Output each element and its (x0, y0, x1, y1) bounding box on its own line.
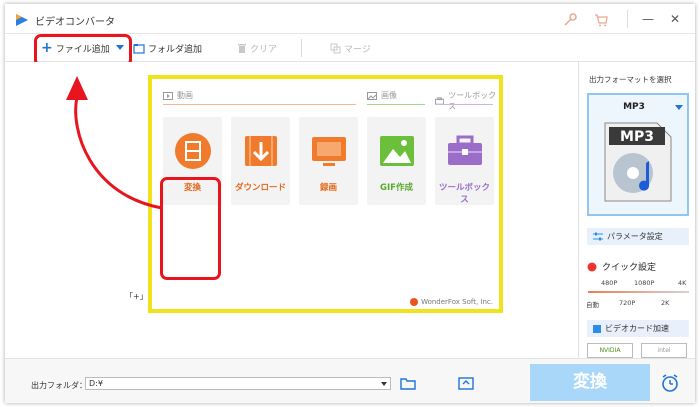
alarm-clock-icon[interactable] (660, 373, 680, 393)
add-folder-label: フォルダ追加 (148, 44, 203, 55)
quality-slider[interactable] (588, 291, 689, 293)
output-folder-dropdown-icon[interactable] (381, 382, 387, 386)
bottom-bar: 出力フォルダ： D:¥ 変換 (5, 358, 695, 403)
category-video-label: 動画 (177, 91, 193, 100)
add-folder-button[interactable]: フォルダ追加 (133, 40, 202, 56)
mp3-badge-text: MP3 (620, 129, 654, 145)
download-card[interactable]: ダウンロード (231, 117, 290, 205)
clear-button[interactable]: クリア (237, 40, 277, 56)
image-icon (380, 136, 414, 166)
open-folder-icon[interactable] (458, 376, 474, 390)
titlebar-divider (627, 10, 628, 28)
close-button[interactable]: ✕ (666, 10, 684, 28)
nvidia-label: NVIDIA (599, 347, 621, 354)
app-window: ビデオコンバータ — ✕ + ファイル追加 フォルダ追加 クリア マージ 「+」… (5, 4, 695, 403)
category-image: 画像 (367, 90, 397, 101)
category-image-label: 画像 (381, 91, 397, 100)
slider-label-4k: 4K (678, 279, 687, 287)
toolbox-label: ツールボックス (438, 183, 490, 205)
record-card[interactable]: 録画 (299, 117, 358, 205)
parameter-settings-button[interactable]: パラメータ設定 (587, 228, 689, 245)
slider-label-720p: 720P (619, 299, 636, 307)
format-name: MP3 (623, 102, 645, 112)
download-icon (245, 136, 277, 166)
cart-icon[interactable] (593, 12, 609, 28)
category-video-line (163, 104, 356, 105)
image-category-icon (367, 91, 377, 100)
output-folder-input[interactable]: D:¥ (85, 377, 391, 390)
merge-icon (330, 43, 341, 53)
category-image-line (367, 104, 425, 105)
format-panel-title: 出力フォーマットを選択 (589, 75, 672, 84)
trash-icon (238, 43, 246, 53)
brand-label: WonderFox Soft, Inc. (421, 298, 493, 306)
parameter-settings-label: パラメータ設定 (607, 232, 663, 241)
slider-label-auto: 自動 (586, 301, 599, 309)
format-panel: 出力フォーマットを選択 MP3 MP3 パラメータ設定 クイック設定 480P … (578, 62, 695, 358)
category-toolbox-label: ツールボックス (448, 91, 497, 111)
slider-label-480p: 480P (601, 279, 618, 287)
category-toolbox: ツールボックス (435, 90, 499, 112)
run-convert-button[interactable]: 変換 (530, 364, 650, 401)
gpu-icon (593, 324, 601, 333)
nvidia-toggle[interactable]: NVIDIA (587, 343, 633, 358)
browse-folder-icon[interactable] (400, 376, 416, 390)
record-label: 録画 (319, 183, 337, 193)
minimize-button[interactable]: — (639, 10, 657, 28)
convert-highlight (160, 177, 221, 280)
toolbox-icon (448, 135, 482, 165)
record-dot-icon (587, 262, 597, 271)
title-bar: ビデオコンバータ — ✕ (5, 4, 695, 34)
merge-label: マージ (344, 44, 371, 55)
toolbar-divider (301, 39, 302, 57)
app-logo-icon (16, 14, 28, 26)
merge-button[interactable]: マージ (330, 40, 371, 56)
download-label: ダウンロード (234, 183, 286, 193)
slider-label-2k: 2K (661, 299, 670, 307)
toolbox-card[interactable]: ツールボックス (435, 117, 494, 205)
sliders-icon (593, 232, 603, 241)
film-icon (175, 133, 211, 169)
gif-card[interactable]: GIF作成 (367, 117, 426, 205)
screen-record-icon (312, 137, 346, 166)
wonderfox-logo-icon (410, 298, 419, 306)
quick-settings: クイック設定 (587, 260, 656, 273)
gpu-acceleration-label: ビデオカード加速 (605, 324, 669, 333)
mp3-file-icon: MP3 (604, 122, 672, 202)
gpu-acceleration: ビデオカード加速 (587, 320, 689, 337)
output-folder-value: D:¥ (89, 379, 103, 388)
output-folder-label: 出力フォルダ： (31, 381, 87, 390)
quick-settings-label: クイック設定 (602, 263, 657, 273)
format-dropdown-icon (675, 105, 683, 110)
category-toolbox-line (435, 104, 493, 105)
key-icon[interactable] (562, 12, 578, 28)
slider-label-1080p: 1080P (634, 279, 655, 287)
clear-label: クリア (250, 44, 278, 55)
brand-credit: WonderFox Soft, Inc. (410, 298, 493, 306)
gif-label: GIF作成 (380, 183, 413, 193)
video-category-icon (163, 91, 173, 100)
folder-add-icon (133, 43, 145, 54)
format-selector[interactable]: MP3 MP3 (587, 93, 689, 216)
category-video: 動画 (163, 90, 193, 101)
app-title: ビデオコンバータ (35, 17, 115, 28)
intel-label: intel (657, 347, 671, 354)
intel-toggle[interactable]: intel (641, 343, 687, 358)
